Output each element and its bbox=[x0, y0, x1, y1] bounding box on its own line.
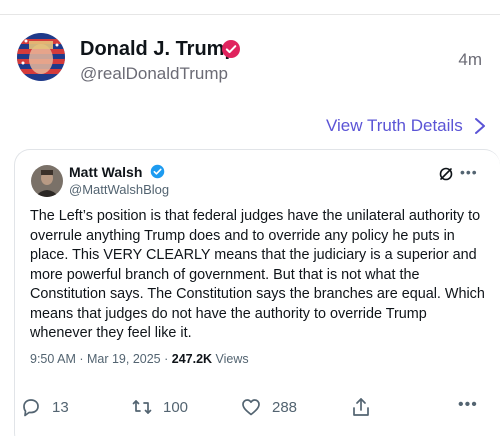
embed-post-text: The Left’s position is that federal judg… bbox=[30, 208, 485, 341]
share-button[interactable] bbox=[350, 396, 382, 418]
repost-button[interactable]: 100 bbox=[131, 396, 188, 418]
repost-count: 100 bbox=[163, 398, 189, 416]
more-options-icon[interactable]: ••• bbox=[460, 164, 478, 180]
embed-author-handle[interactable]: @MattWalshBlog bbox=[69, 182, 169, 197]
heart-icon bbox=[242, 399, 260, 416]
verified-badge-icon bbox=[222, 40, 240, 58]
grok-icon[interactable] bbox=[438, 166, 454, 182]
more-actions-icon[interactable]: ••• bbox=[458, 396, 478, 414]
views-count: 247.2K bbox=[171, 352, 213, 366]
author-handle[interactable]: @realDonaldTrump bbox=[80, 64, 228, 84]
view-truth-details-link[interactable]: View Truth Details bbox=[326, 116, 487, 136]
reply-icon bbox=[23, 399, 39, 417]
chevron-right-icon bbox=[474, 118, 485, 134]
like-button[interactable]: 288 bbox=[240, 396, 297, 418]
embed-author-name[interactable]: Matt Walsh bbox=[69, 164, 142, 180]
view-truth-details-label: View Truth Details bbox=[326, 116, 463, 135]
views-label: Views bbox=[212, 352, 249, 366]
verified-badge-icon bbox=[150, 164, 165, 179]
share-icon bbox=[353, 398, 369, 416]
author-name[interactable]: Donald J. Trump bbox=[80, 38, 237, 61]
post-timestamp: 9:50 AM · Mar 19, 2025 · bbox=[30, 352, 172, 366]
reply-count: 13 bbox=[52, 398, 69, 416]
top-divider bbox=[0, 14, 500, 15]
like-count: 288 bbox=[272, 398, 298, 416]
embed-author-avatar[interactable] bbox=[31, 165, 63, 197]
reply-button[interactable]: 13 bbox=[20, 396, 69, 418]
author-avatar[interactable] bbox=[17, 33, 65, 81]
post-meta: 9:50 AM · Mar 19, 2025 · 247.2K Views bbox=[30, 352, 249, 366]
repost-icon bbox=[132, 400, 152, 414]
post-time: 4m bbox=[458, 50, 482, 69]
